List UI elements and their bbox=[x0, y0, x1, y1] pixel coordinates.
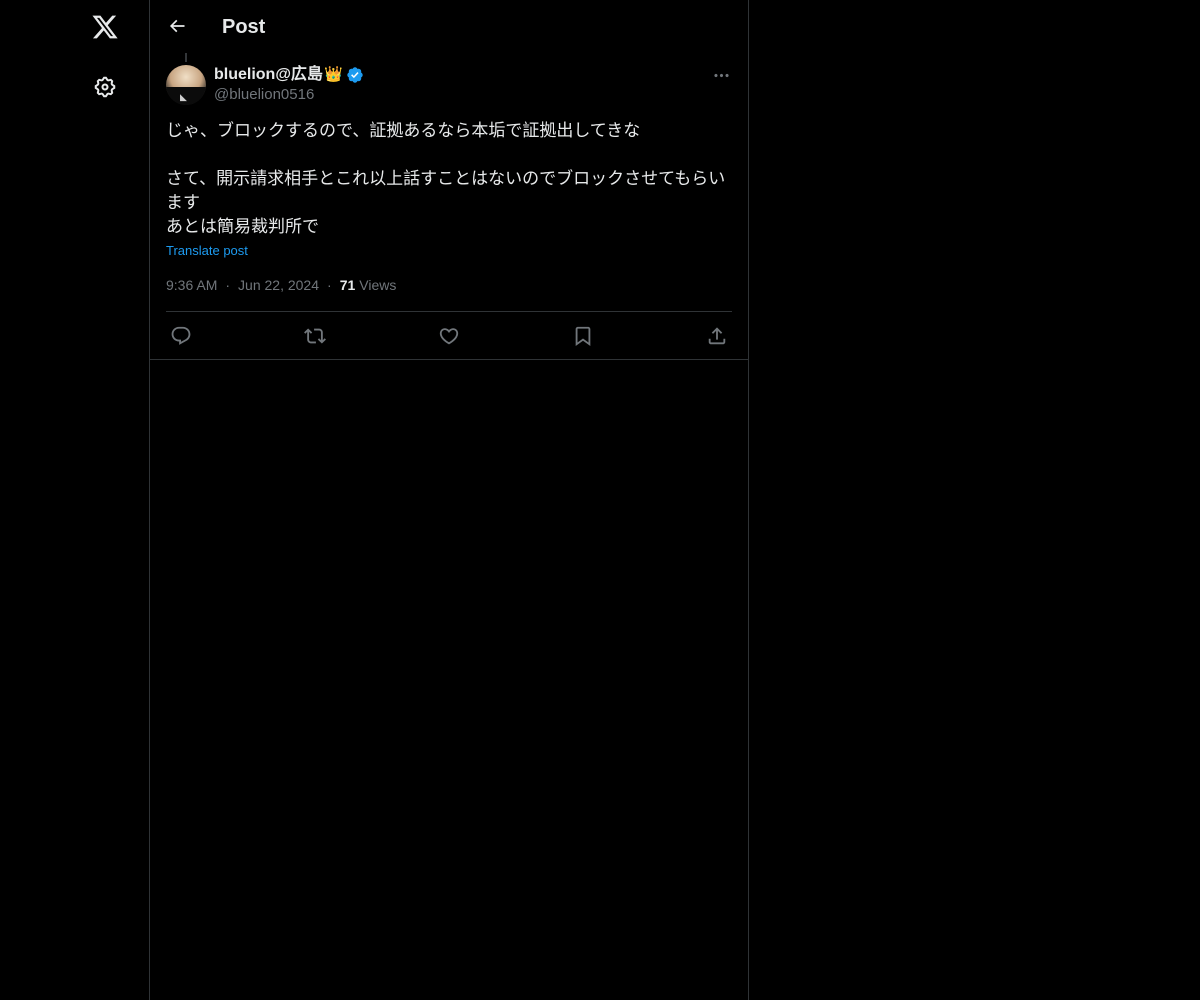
author-handle[interactable]: @bluelion0516 bbox=[214, 85, 364, 105]
post: ◣ bluelion@広島 👑 @bluelion0516 じゃ、ブロックするの… bbox=[150, 53, 748, 360]
post-metadata: 9:36 AM · Jun 22, 2024 · 71 Views bbox=[166, 275, 396, 295]
bookmark-button[interactable] bbox=[571, 324, 595, 348]
app-root: Post ◣ bluelion@広島 👑 @bluelion0516 じゃ、ブロ… bbox=[0, 0, 1200, 1000]
bookmark-icon bbox=[575, 326, 591, 347]
meta-separator: · bbox=[327, 277, 332, 293]
main-column: Post ◣ bluelion@広島 👑 @bluelion0516 じゃ、ブロ… bbox=[149, 0, 749, 1000]
avatar[interactable]: ◣ bbox=[166, 65, 206, 105]
post-actions bbox=[166, 312, 732, 360]
like-button[interactable] bbox=[437, 324, 461, 348]
x-logo-icon bbox=[92, 15, 118, 39]
page-title: Post bbox=[222, 16, 266, 38]
more-horizontal-icon bbox=[713, 73, 729, 77]
avatar-detail: ◣ bbox=[180, 92, 187, 102]
back-button[interactable] bbox=[160, 9, 194, 43]
views-count: 71 bbox=[339, 277, 356, 293]
post-text: じゃ、ブロックするので、証拠あるなら本垢で証拠出してきな さて、開示請求相手とこ… bbox=[166, 121, 726, 237]
verified-badge-icon[interactable] bbox=[346, 66, 364, 84]
author-info: bluelion@広島 👑 @bluelion0516 bbox=[214, 65, 364, 105]
reply-button[interactable] bbox=[169, 324, 193, 348]
post-date[interactable]: Jun 22, 2024 bbox=[238, 277, 319, 293]
repost-icon bbox=[304, 328, 326, 344]
post-time[interactable]: 9:36 AM bbox=[166, 277, 217, 293]
meta-separator: · bbox=[225, 277, 231, 293]
more-options-button[interactable] bbox=[702, 59, 740, 91]
page-header: Post bbox=[150, 0, 748, 53]
settings-button[interactable] bbox=[79, 61, 131, 113]
reply-icon bbox=[171, 326, 191, 345]
arrow-left-icon bbox=[169, 19, 185, 33]
x-logo-button[interactable] bbox=[79, 1, 131, 53]
left-nav bbox=[0, 0, 149, 1000]
views-label: Views bbox=[359, 277, 397, 293]
gear-icon bbox=[94, 76, 116, 98]
display-name-row: bluelion@広島 👑 bbox=[214, 65, 364, 85]
author-display-name[interactable]: bluelion@広島 bbox=[214, 65, 323, 85]
share-icon bbox=[708, 327, 726, 345]
share-button[interactable] bbox=[705, 324, 729, 348]
heart-icon bbox=[439, 328, 459, 345]
repost-button[interactable] bbox=[303, 324, 327, 348]
crown-icon: 👑 bbox=[323, 66, 343, 83]
translate-post-link[interactable]: Translate post bbox=[166, 242, 248, 260]
